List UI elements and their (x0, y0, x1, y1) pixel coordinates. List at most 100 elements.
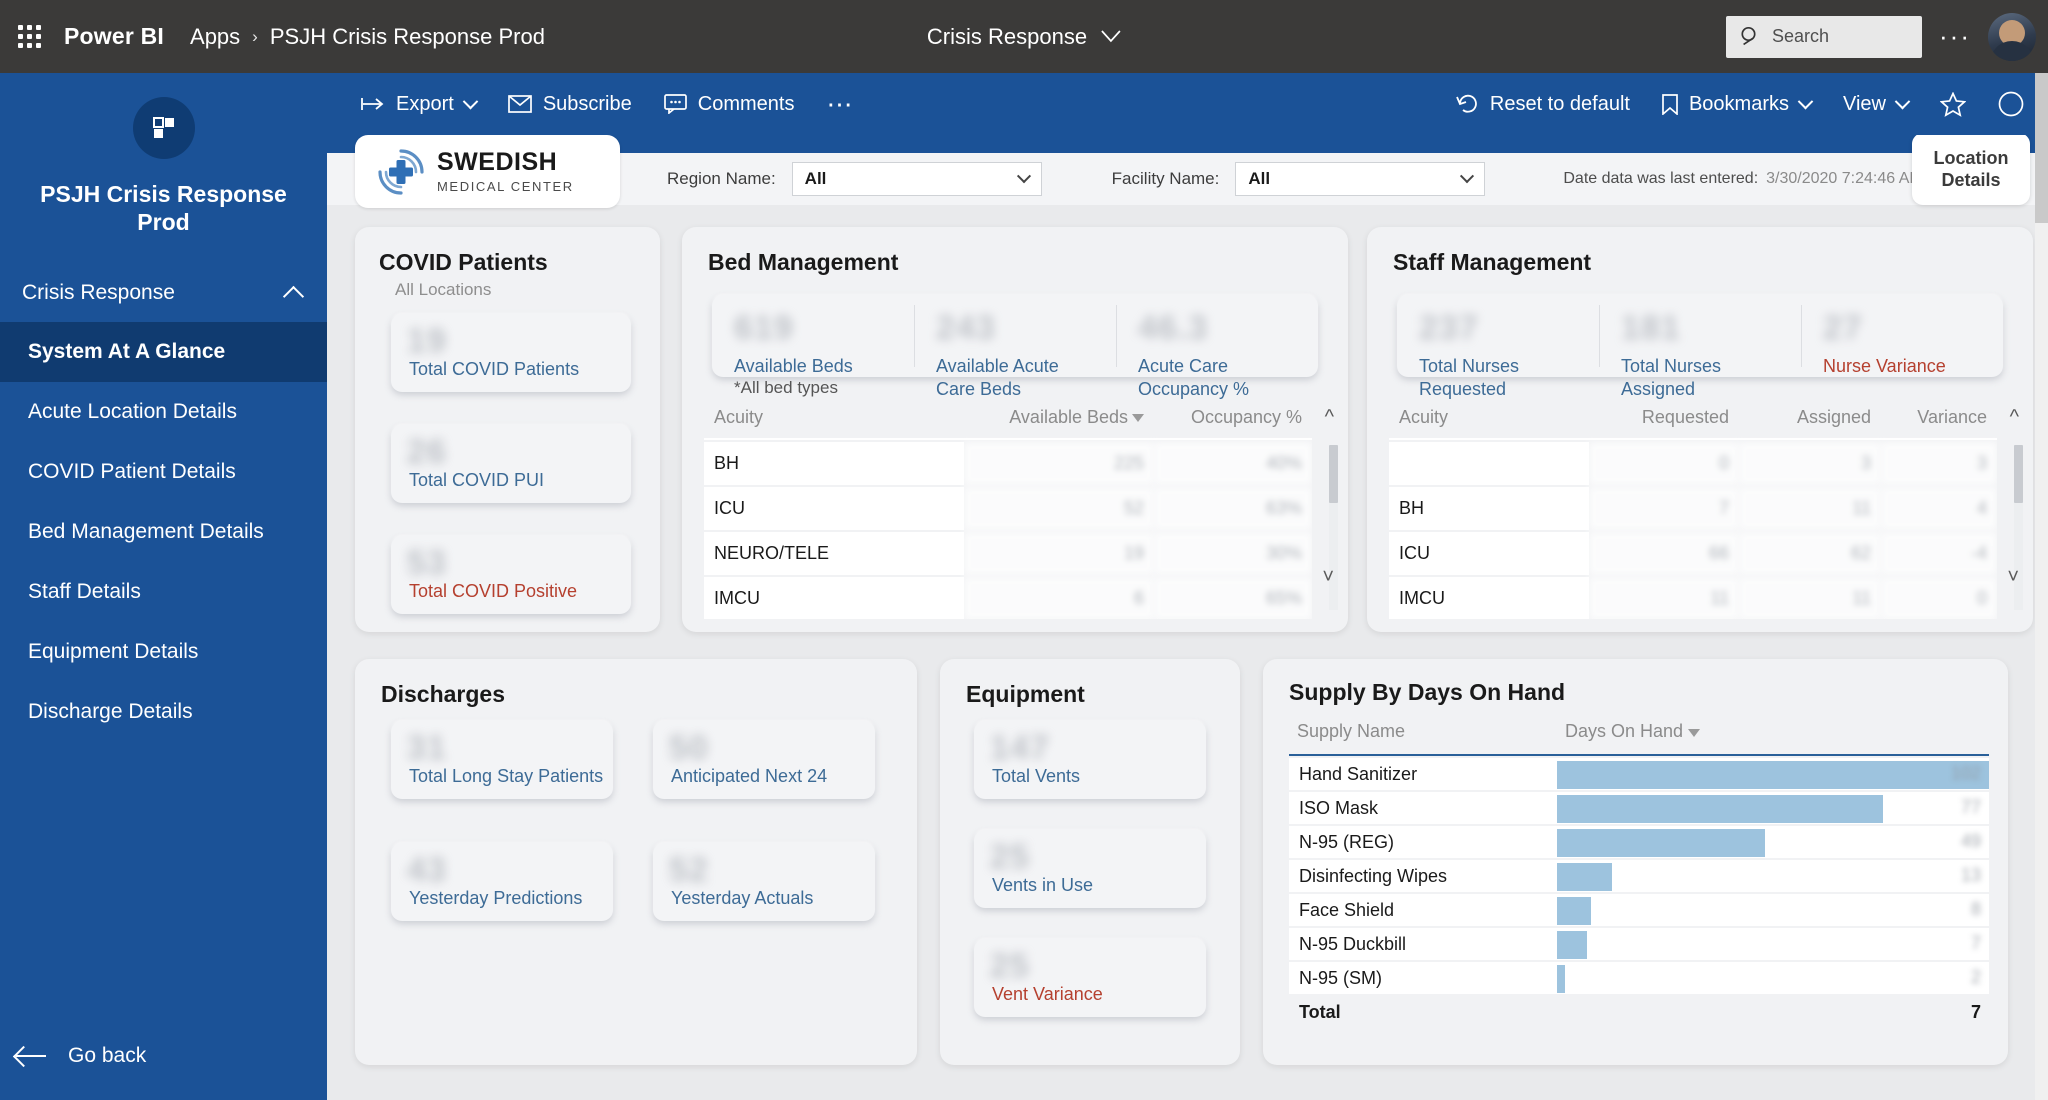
favorite-button[interactable] (1924, 73, 1982, 135)
col-requested[interactable]: Requested (1589, 399, 1739, 438)
col-assigned[interactable]: Assigned (1739, 399, 1881, 438)
comments-button[interactable]: Comments (648, 73, 811, 135)
page-scrollbar-thumb[interactable] (2035, 73, 2048, 223)
supply-row[interactable]: Face Shield8 (1289, 893, 1989, 927)
region-filter-value: All (805, 169, 827, 189)
region-filter-select[interactable]: All (792, 162, 1042, 196)
table-row[interactable]: IMCU 6 65% (704, 576, 1312, 619)
search-input[interactable]: Search (1726, 16, 1922, 58)
kpi-label: Nurse Variance (1823, 355, 2003, 378)
waffle-grid-icon[interactable] (0, 25, 58, 48)
supply-bar (1557, 863, 1612, 891)
supply-row[interactable]: N-95 (REG)49 (1289, 825, 1989, 859)
supply-row[interactable]: N-95 Duckbill7 (1289, 927, 1989, 961)
table-row[interactable]: NEURO/TELE 19 30% (704, 531, 1312, 576)
report-selector-label: Crisis Response (927, 24, 1087, 50)
col-occupancy-pct[interactable]: Occupancy % (1154, 399, 1312, 438)
chevron-down-icon (1895, 93, 1911, 109)
supply-row[interactable]: Hand Sanitizer102 (1289, 757, 1989, 791)
kpi-total-long-stay-patients[interactable]: 31 Total Long Stay Patients (391, 721, 613, 799)
table-row[interactable]: IMCU 11 11 0 (1389, 576, 1997, 619)
scroll-up-arrow-icon[interactable]: ^ (2010, 407, 2019, 427)
kpi-total-vents[interactable]: 147 Total Vents (974, 721, 1206, 799)
col-acuity[interactable]: Acuity (704, 399, 964, 438)
sidebar-item-system-at-a-glance[interactable]: System At A Glance (0, 322, 327, 382)
comment-icon (664, 94, 687, 114)
powerbi-brand[interactable]: Power BI (64, 23, 164, 50)
kpi-total-covid-pui[interactable]: 26 Total COVID PUI (391, 425, 631, 503)
sidebar-item-equipment-details[interactable]: Equipment Details (0, 622, 327, 682)
scroll-up-arrow-icon[interactable]: ^ (1325, 407, 1334, 427)
kpi-total-nurses-requested[interactable]: 237 Total Nurses Requested (1397, 295, 1599, 377)
kpi-total-nurses-assigned[interactable]: 181 Total Nurses Assigned (1599, 295, 1801, 377)
kpi-value: 181 (1621, 311, 1801, 345)
user-avatar[interactable] (1988, 13, 2036, 61)
table-scrollbar-thumb[interactable] (2014, 445, 2023, 503)
cell-assigned: 62 (1739, 531, 1881, 576)
report-selector[interactable]: Crisis Response (927, 24, 1121, 50)
reset-to-default-button[interactable]: Reset to default (1440, 73, 1646, 135)
breadcrumb-apps[interactable]: Apps (190, 24, 240, 50)
sidebar-item-staff-details[interactable]: Staff Details (0, 562, 327, 622)
supply-row[interactable]: Disinfecting Wipes13 (1289, 859, 1989, 893)
export-button[interactable]: Export (345, 73, 492, 135)
col-acuity[interactable]: Acuity (1389, 399, 1589, 438)
supply-row[interactable]: N-95 (SM)2 (1289, 961, 1989, 995)
view-button[interactable]: View (1827, 73, 1924, 135)
supply-name-cell: N-95 Duckbill (1289, 927, 1557, 961)
supply-bar-cell: 7 (1557, 927, 1989, 961)
scroll-down-arrow-icon[interactable]: ˅ (2007, 567, 2019, 587)
kpi-total-covid-positive[interactable]: 53 Total COVID Positive (391, 536, 631, 614)
cell-variance: 4 (1881, 486, 1997, 531)
sidebar-item-covid-patient-details[interactable]: COVID Patient Details (0, 442, 327, 502)
go-back-button[interactable]: Go back (0, 1012, 327, 1100)
col-available-beds[interactable]: Available Beds (964, 399, 1154, 438)
bed-management-title: Bed Management (708, 249, 1348, 276)
supply-bar-value: 13 (1961, 865, 1981, 886)
supply-bar-cell: 13 (1557, 859, 1989, 893)
facility-filter-select[interactable]: All (1235, 162, 1485, 196)
help-button[interactable] (1982, 73, 2040, 135)
kpi-label: Available Beds (734, 355, 914, 378)
supply-bar-value: 8 (1971, 899, 1981, 920)
kpi-yesterday-actuals[interactable]: 52 Yesterday Actuals (653, 843, 875, 921)
col-variance[interactable]: Variance (1881, 399, 1997, 438)
kpi-yesterday-predictions[interactable]: 43 Yesterday Predictions (391, 843, 613, 921)
table-row[interactable]: 0 3 3 (1389, 441, 1997, 486)
scroll-down-arrow-icon[interactable]: ˅ (1322, 567, 1334, 587)
subscribe-button[interactable]: Subscribe (492, 73, 648, 135)
kpi-vent-variance[interactable]: 25 Vent Variance (974, 939, 1206, 1017)
sidebar-group-crisis-response[interactable]: Crisis Response (0, 264, 327, 322)
more-commands-button[interactable]: ⋯ (810, 73, 870, 135)
kpi-value: 25 (990, 840, 1030, 874)
location-details-tab[interactable]: Location Details (1912, 135, 2030, 205)
supply-bar-cell: 102 (1557, 757, 1989, 791)
supply-bar (1557, 829, 1765, 857)
breadcrumb-app-name[interactable]: PSJH Crisis Response Prod (270, 24, 545, 50)
kpi-anticipated-next-24[interactable]: 50 Anticipated Next 24 (653, 721, 875, 799)
table-row[interactable]: BH 7 11 4 (1389, 486, 1997, 531)
kpi-vents-in-use[interactable]: 25 Vents in Use (974, 830, 1206, 908)
supply-row[interactable]: ISO Mask77 (1289, 791, 1989, 825)
page-scrollbar-track[interactable] (2035, 73, 2048, 1100)
kpi-nurse-variance[interactable]: 27 Nurse Variance (1801, 295, 2003, 377)
sidebar-item-acute-location-details[interactable]: Acute Location Details (0, 382, 327, 442)
supply-bar (1557, 931, 1587, 959)
kpi-available-beds[interactable]: 619 Available Beds *All bed types (712, 295, 914, 377)
kpi-total-covid-patients[interactable]: 19 Total COVID Patients (391, 314, 631, 392)
col-days-on-hand[interactable]: Days On Hand (1557, 715, 1989, 754)
supply-total-value: 7 (1557, 995, 1989, 1029)
table-scrollbar-thumb[interactable] (1329, 445, 1338, 503)
col-supply-name[interactable]: Supply Name (1289, 715, 1557, 754)
covid-patients-subtitle: All Locations (395, 280, 660, 300)
envelope-icon (508, 95, 532, 113)
kpi-acute-care-occupancy-pct[interactable]: 46.3 Acute Care Occupancy % (1116, 295, 1318, 377)
kpi-available-acute-care-beds[interactable]: 243 Available Acute Care Beds (914, 295, 1116, 377)
sidebar-item-bed-management-details[interactable]: Bed Management Details (0, 502, 327, 562)
table-row[interactable]: ICU 52 63% (704, 486, 1312, 531)
ellipsis-icon[interactable]: ··· (1922, 21, 1988, 52)
table-row[interactable]: ICU 66 62 -4 (1389, 531, 1997, 576)
sidebar-item-discharge-details[interactable]: Discharge Details (0, 682, 327, 742)
bookmarks-button[interactable]: Bookmarks (1646, 73, 1827, 135)
table-row[interactable]: BH 225 40% (704, 441, 1312, 486)
